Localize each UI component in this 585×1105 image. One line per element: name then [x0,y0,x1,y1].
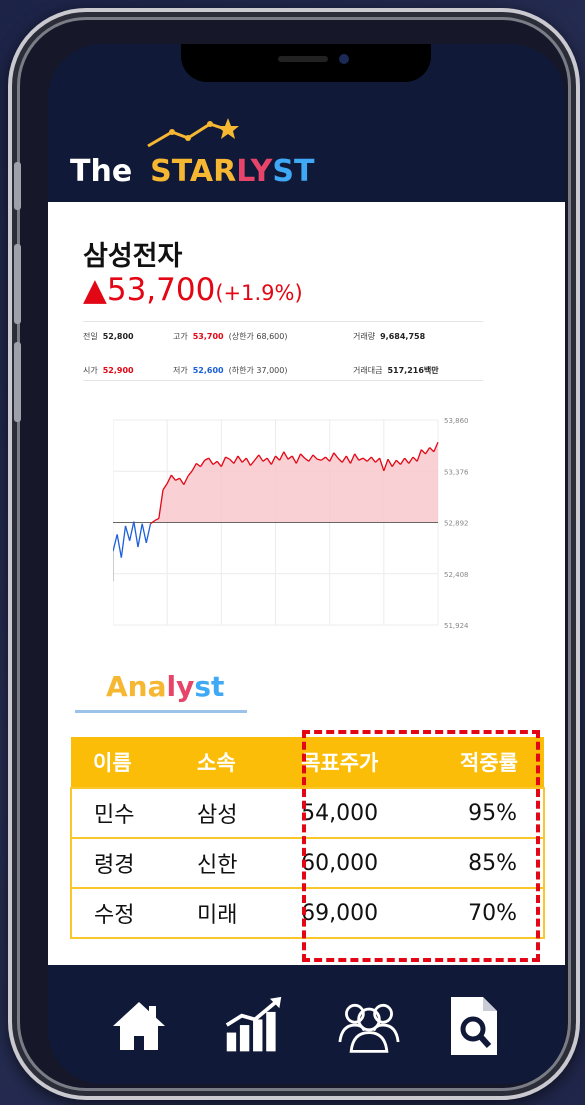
info-label: 시가 [83,365,98,375]
cell-name: 수정 [69,887,176,939]
info-value: 52,600 [192,365,224,375]
info-volume: 거래량 9,684,758 [353,331,425,342]
logo-ly: LY [236,154,273,189]
info-high: 고가 53,700 (상한가 68,600) [173,331,353,342]
info-amount: 거래대금 517,216백만 [353,365,439,376]
nav-home[interactable] [108,995,170,1057]
logo-star: STAR [150,154,237,189]
front-camera [339,54,349,64]
divider [83,321,483,322]
cell-name: 민수 [69,787,176,839]
price-segment [113,534,118,552]
info-row: 시가 52,900 저가 52,600 (하한가 37,000) 거래대금 51… [83,360,483,380]
app-logo[interactable]: The STAR LY ST [70,144,314,189]
notch [181,44,431,82]
info-label: 고가 [173,331,188,341]
analyst-title-underline [75,710,247,713]
analyst-title-part: st [194,670,225,703]
home-icon [113,1002,165,1050]
info-limit: (하한가 37,000) [228,365,288,375]
header-affiliation: 소속 [175,737,280,788]
stock-name: 삼성전자 [83,241,183,272]
price-segment [124,525,131,541]
info-value: 9,684,758 [380,331,426,341]
info-value: 52,800 [102,331,134,341]
info-row: 전일 52,800 고가 53,700 (상한가 68,600) 거래량 9,6… [83,326,483,346]
search-report-icon [451,997,497,1055]
price-segment [120,525,127,558]
info-label: 전일 [83,331,98,341]
analyst-title-part: An [106,670,148,703]
analyst-title-part: a [147,670,167,703]
bottom-nav [48,965,565,1084]
info-low: 저가 52,600 (하한가 37,000) [173,365,353,376]
nav-community[interactable] [338,995,400,1057]
stock-info-grid: 전일 52,800 고가 53,700 (상한가 68,600) 거래량 9,6… [83,326,483,380]
logo-st: ST [272,154,315,189]
logo-the: The [70,154,133,189]
analyst-title-part: l [166,670,177,703]
y-tick-label: 51,924 [444,622,469,630]
price-line-chart[interactable]: 53,860 53,376 52,892 52,408 51,924 [113,410,493,650]
info-value: 517,216백만 [387,365,439,375]
y-tick-label: 53,376 [444,468,469,476]
price-segment [133,521,139,548]
cell-affiliation: 삼성 [175,787,280,839]
nav-search-report[interactable] [443,995,505,1057]
price-segment [137,523,143,548]
community-icon [338,1003,400,1053]
info-prev: 전일 52,800 [83,331,173,342]
analyst-title-part: y [176,670,195,703]
info-value: 52,900 [102,365,134,375]
cell-affiliation: 미래 [175,887,280,939]
cell-name: 령경 [69,837,176,889]
y-tick-label: 52,892 [444,520,469,528]
stock-price: ▲53,700(+1.9%) [83,272,303,308]
highlight-box [302,730,540,962]
mute-switch [14,162,21,210]
y-tick-label: 53,860 [444,417,469,425]
volume-up-button [14,244,21,324]
speaker [278,56,328,62]
volume-down-button [14,342,21,422]
price-segment [145,523,152,543]
price-value: 53,700 [106,272,216,308]
info-value: 53,700 [192,331,224,341]
info-label: 거래량 [353,331,376,341]
header-name: 이름 [71,737,176,788]
info-open: 시가 52,900 [83,365,173,376]
info-label: 거래대금 [353,365,383,375]
divider [83,380,483,381]
info-label: 저가 [173,365,188,375]
price-segment [116,534,122,558]
y-tick-label: 52,408 [444,571,469,579]
main-content: 삼성전자 ▲53,700(+1.9%) 전일 52,800 고가 53,700 … [48,202,565,965]
stock-chart-icon [225,996,282,1052]
price-change: (+1.9%) [215,281,303,305]
info-limit: (상한가 68,600) [228,331,288,341]
nav-chart[interactable] [223,995,285,1057]
price-segment [129,521,135,541]
cell-affiliation: 신한 [175,837,280,889]
phone-screen: The STAR LY ST 삼성전자 ▲53,700(+1.9%) 전일 52,8… [48,44,565,1084]
up-arrow-icon: ▲ [83,272,107,308]
price-segment [141,523,147,543]
analyst-title: Analyst [106,670,224,703]
